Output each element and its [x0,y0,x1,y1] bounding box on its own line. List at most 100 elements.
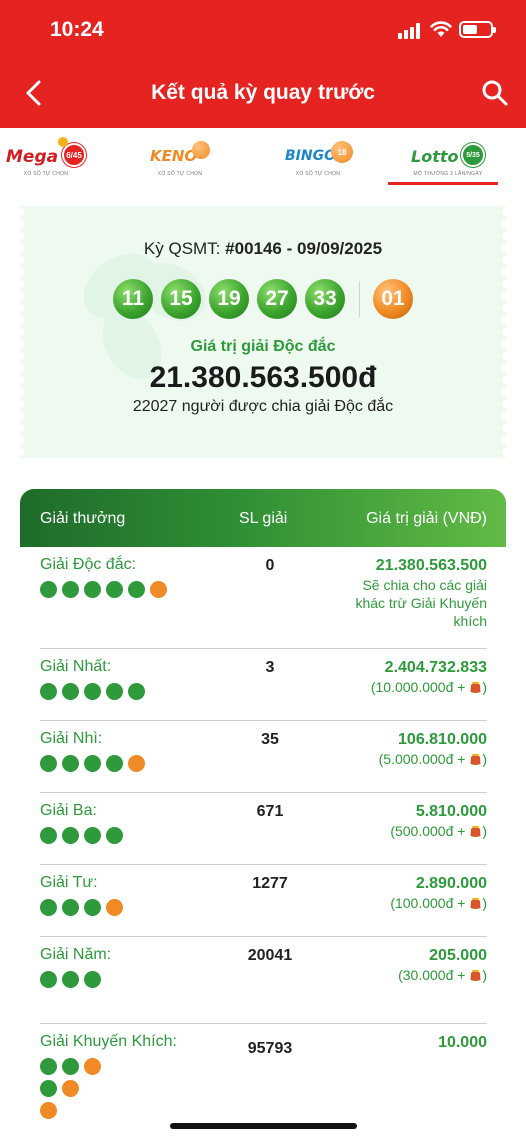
table-row: Giải Năm: 20041 205.000 (30.000đ + ) [40,937,487,1024]
table-row: Giải Nhì: 35 106.810.000 (5.000.000đ + ) [40,721,487,793]
mega-ball-icon [58,137,68,147]
table-row: Giải Tư: 1277 2.890.000 (100.000đ + ) [40,865,487,937]
green-ball-dot [84,581,101,598]
app-header: 10:24 Kết quả kỳ quay trước [0,0,526,128]
prize-name: Giải Năm: [40,946,112,963]
wifi-icon [430,21,452,37]
green-ball-dot [84,683,101,700]
nav-bar: Kết quả kỳ quay trước [0,62,526,124]
number-ball: 11 [113,279,153,319]
prize-note: (30.000đ + ) [337,966,487,984]
prize-note: Sẽ chia cho các giải khác trừ Giải Khuyế… [355,577,487,629]
dot-row [40,755,190,777]
number-ball: 33 [305,279,345,319]
header-count: SL giải [239,510,288,527]
battery-icon [459,21,496,38]
green-ball-dot [62,683,79,700]
orange-ball-dot [106,899,123,916]
tab-mega[interactable]: Mega 6/45 XỔ SỐ TỰ CHỌN [0,128,92,186]
green-ball-dot [40,827,57,844]
green-ball-dot [62,899,79,916]
green-ball-dot [106,755,123,772]
orange-ball-dot [62,1080,79,1097]
table-row: Giải Nhất: 3 2.404.732.833 (10.000.000đ … [40,649,487,721]
search-icon[interactable] [478,76,512,110]
green-ball-dot [40,581,57,598]
status-time: 10:24 [50,18,104,41]
bingo-badge: 18 [331,141,353,163]
prize-note-base: (30.000đ + [398,967,470,983]
green-ball-dot [40,971,57,988]
keno-logo: KENO XỔ SỐ TỰ CHỌN [148,139,212,177]
prize-value: 2.404.732.833 [384,659,487,676]
prize-value: 5.810.000 [415,803,487,820]
bingo-logo-text: BINGO [285,148,336,164]
number-ball: 27 [257,279,297,319]
prize-note-end: ) [482,967,487,983]
green-ball-dot [84,899,101,916]
mega-logo-text: Mega [6,147,59,167]
winning-numbers: 11 15 19 27 33 01 [20,279,506,321]
tab-lotto[interactable]: Lotto 5/35 MỞ THƯỞNG 2 LẦN/NGÀY [396,128,500,186]
tab-keno[interactable]: KENO XỔ SỐ TỰ CHỌN [140,128,220,186]
prize-note-end: ) [482,823,487,839]
prize-count: 3 [265,659,275,676]
green-ball-dot [106,581,123,598]
green-ball-dot [62,1058,79,1075]
lotto-logo-sub: MỞ THƯỞNG 2 LẦN/NGÀY [413,171,483,177]
lotto-logo-text: Lotto [411,147,459,166]
special-number-ball: 01 [373,279,413,319]
mega-logo-sub: XỔ SỐ TỰ CHỌN [23,171,69,177]
green-ball-dot [62,581,79,598]
bonus-pot-icon [470,754,481,765]
prize-value: 21.380.563.500 [375,557,487,574]
prize-note-end: ) [482,751,487,767]
match-dots [40,1058,190,1124]
dot-row [40,581,190,603]
dot-row [40,899,190,921]
green-ball-dot [84,827,101,844]
jackpot-winners: 22027 người được chia giải Độc đắc [132,398,394,415]
prize-count: 20041 [247,947,293,964]
prize-value: 205.000 [429,947,487,964]
prize-name: Giải Nhì: [40,730,103,747]
green-ball-dot [40,899,57,916]
prize-name: Giải Tư: [40,874,98,891]
bingo-logo-sub: XỔ SỐ TỰ CHỌN [295,171,341,177]
bonus-pot-icon [470,898,481,909]
orange-ball-dot [40,1102,57,1119]
bingo-logo: BINGO 18 XỔ SỐ TỰ CHỌN [283,139,353,177]
tab-bingo[interactable]: BINGO 18 XỔ SỐ TỰ CHỌN [278,128,358,186]
green-ball-dot [84,971,101,988]
green-ball-dot [40,755,57,772]
prize-count: 1277 [252,875,288,892]
prize-value: 2.890.000 [415,875,487,892]
status-bar: 10:24 [0,0,526,62]
green-ball-dot [106,827,123,844]
table-row: Giải Độc đắc: 0 21.380.563.500 Sẽ chia c… [40,547,487,649]
keno-logo-text: KENO [150,147,198,165]
dot-row [40,683,190,705]
keno-logo-sub: XỔ SỐ TỰ CHỌN [157,171,203,177]
game-tabs: Mega 6/45 XỔ SỐ TỰ CHỌN KENO XỔ SỐ TỰ CH… [0,128,526,188]
balls-divider [359,281,360,317]
lotto-logo: Lotto 5/35 MỞ THƯỞNG 2 LẦN/NGÀY [409,139,487,177]
match-dots [40,971,190,993]
prize-note: (5.000.000đ + ) [337,750,487,768]
match-dots [40,899,190,921]
prize-note-end: ) [482,679,487,695]
bonus-pot-icon [470,826,481,837]
keno-ball-icon [192,141,210,159]
orange-ball-dot [128,755,145,772]
prize-note-base: (5.000.000đ + [378,751,470,767]
green-ball-dot [40,683,57,700]
dot-row [40,1080,190,1102]
active-tab-indicator [388,182,498,185]
prize-note: (500.000đ + ) [337,822,487,840]
prize-count: 35 [261,731,279,748]
bonus-pot-icon [470,682,481,693]
result-card: Kỳ QSMT: #00146 - 09/09/2025 11 15 19 27… [20,206,506,458]
bonus-pot-icon [470,970,481,981]
match-dots [40,581,190,603]
prize-count: 95793 [247,1040,293,1057]
